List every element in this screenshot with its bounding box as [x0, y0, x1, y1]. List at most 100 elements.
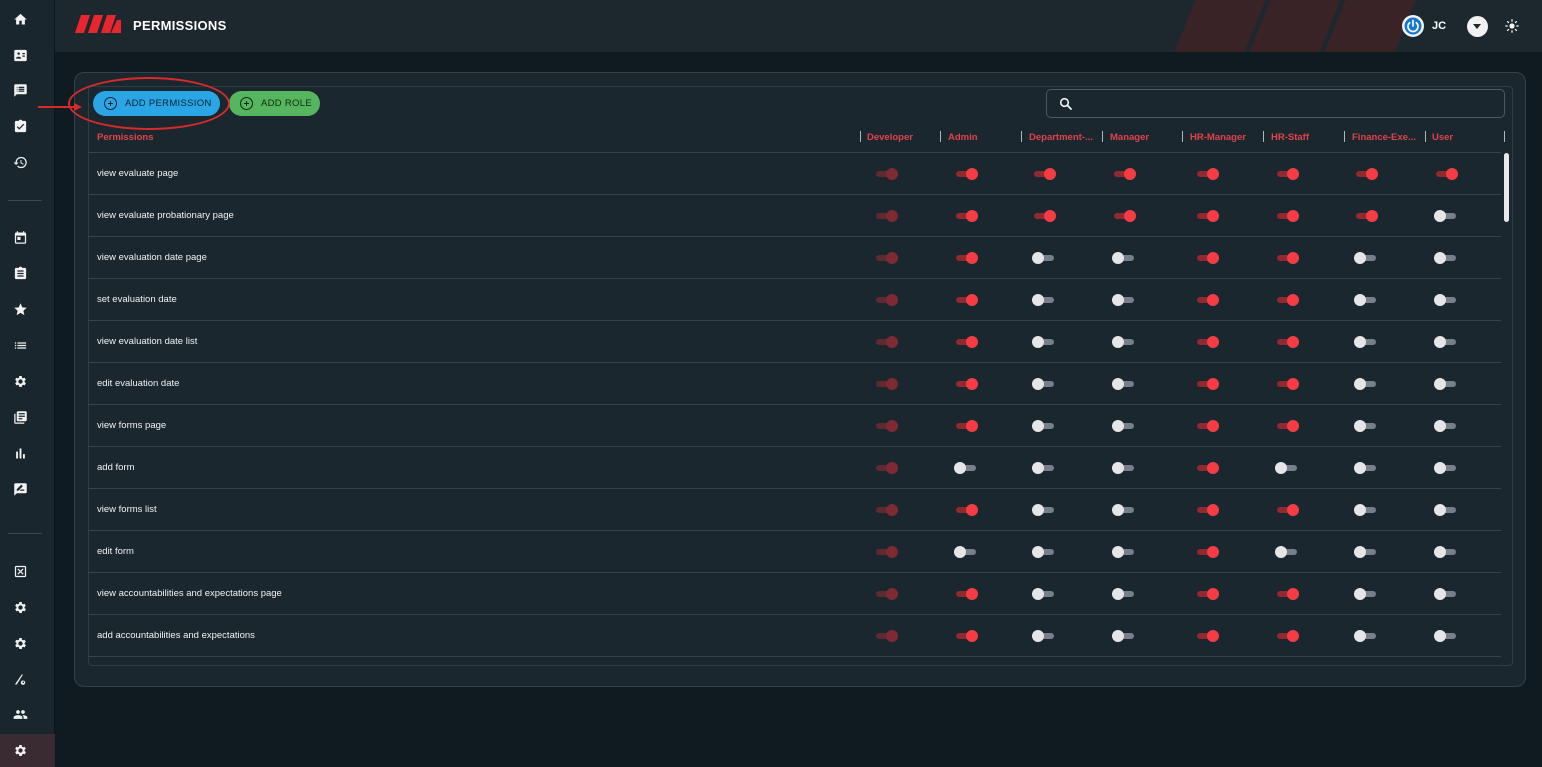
permission-toggle[interactable]	[1275, 420, 1299, 432]
column-separator[interactable]	[1021, 131, 1022, 142]
add-permission-button[interactable]: ADD PERMISSION	[93, 91, 220, 116]
permission-toggle[interactable]	[1434, 252, 1458, 264]
permission-toggle[interactable]	[954, 294, 978, 306]
permission-toggle[interactable]	[1195, 336, 1219, 348]
permission-toggle[interactable]	[1354, 378, 1378, 390]
permission-toggle[interactable]	[1275, 546, 1299, 558]
library-icon[interactable]	[12, 409, 28, 425]
permission-toggle[interactable]	[954, 546, 978, 558]
permission-toggle[interactable]	[1275, 168, 1299, 180]
column-separator[interactable]	[860, 131, 861, 142]
permission-toggle[interactable]	[1434, 210, 1458, 222]
permission-toggle[interactable]	[1354, 630, 1378, 642]
column-separator[interactable]	[1425, 131, 1426, 142]
permission-toggle[interactable]	[954, 462, 978, 474]
search-input[interactable]	[1081, 94, 1491, 114]
column-separator[interactable]	[940, 131, 941, 142]
bar-chart-icon[interactable]	[12, 445, 28, 461]
permission-toggle[interactable]	[1354, 210, 1378, 222]
road-settings-icon[interactable]	[12, 671, 28, 687]
column-header-role[interactable]: HR-Manager	[1190, 132, 1260, 143]
permission-toggle[interactable]	[954, 378, 978, 390]
permission-toggle[interactable]	[1434, 168, 1458, 180]
cancel-box-icon[interactable]	[12, 563, 28, 579]
permission-toggle[interactable]	[1112, 168, 1136, 180]
permission-toggle[interactable]	[1032, 588, 1056, 600]
permission-toggle[interactable]	[1032, 420, 1056, 432]
column-separator[interactable]	[1102, 131, 1103, 142]
permission-toggle[interactable]	[1195, 168, 1219, 180]
permission-toggle[interactable]	[1434, 504, 1458, 516]
star-icon[interactable]	[12, 301, 28, 317]
gear-icon[interactable]	[12, 599, 28, 615]
permission-toggle[interactable]	[1112, 294, 1136, 306]
permission-toggle[interactable]	[1032, 168, 1056, 180]
search-box[interactable]	[1046, 89, 1505, 118]
permission-toggle[interactable]	[1354, 420, 1378, 432]
column-header-role[interactable]: User	[1432, 132, 1502, 143]
permission-toggle[interactable]	[1195, 546, 1219, 558]
permission-toggle[interactable]	[954, 210, 978, 222]
permission-toggle[interactable]	[954, 336, 978, 348]
permission-toggle[interactable]	[1354, 546, 1378, 558]
permission-toggle[interactable]	[1112, 336, 1136, 348]
column-header-role[interactable]: HR-Staff	[1271, 132, 1341, 143]
column-separator[interactable]	[1344, 131, 1345, 142]
permission-toggle[interactable]	[1032, 294, 1056, 306]
permission-toggle[interactable]	[1275, 630, 1299, 642]
permission-toggle[interactable]	[1354, 462, 1378, 474]
permission-toggle[interactable]	[1195, 504, 1219, 516]
id-card-icon[interactable]	[12, 47, 28, 63]
permission-toggle[interactable]	[1195, 378, 1219, 390]
permission-toggle[interactable]	[1275, 462, 1299, 474]
permission-toggle[interactable]	[1354, 168, 1378, 180]
permission-toggle[interactable]	[1275, 210, 1299, 222]
permission-toggle[interactable]	[1275, 294, 1299, 306]
permission-toggle[interactable]	[1112, 546, 1136, 558]
clipboard-check-icon[interactable]	[12, 118, 28, 134]
history-icon[interactable]	[12, 154, 28, 170]
permission-toggle[interactable]	[954, 420, 978, 432]
permission-toggle[interactable]	[1434, 546, 1458, 558]
power-icon[interactable]	[1402, 15, 1424, 37]
permission-toggle[interactable]	[1032, 546, 1056, 558]
permission-toggle[interactable]	[1195, 210, 1219, 222]
permission-toggle[interactable]	[1112, 462, 1136, 474]
permission-toggle[interactable]	[1354, 504, 1378, 516]
sun-icon[interactable]	[1505, 19, 1519, 33]
column-header-role[interactable]: Manager	[1110, 132, 1180, 143]
clipboard-icon[interactable]	[12, 265, 28, 281]
permission-toggle[interactable]	[954, 252, 978, 264]
permission-toggle[interactable]	[954, 504, 978, 516]
column-separator[interactable]	[1182, 131, 1183, 142]
permission-toggle[interactable]	[1032, 462, 1056, 474]
permission-toggle[interactable]	[1434, 462, 1458, 474]
column-separator[interactable]	[1504, 131, 1505, 142]
permission-toggle[interactable]	[1032, 630, 1056, 642]
permission-toggle[interactable]	[1354, 294, 1378, 306]
permission-toggle[interactable]	[1032, 336, 1056, 348]
permission-toggle[interactable]	[1434, 420, 1458, 432]
permission-toggle[interactable]	[1434, 588, 1458, 600]
permission-toggle[interactable]	[1275, 252, 1299, 264]
home-icon[interactable]	[12, 11, 28, 27]
permission-toggle[interactable]	[954, 168, 978, 180]
column-separator[interactable]	[1263, 131, 1264, 142]
permission-toggle[interactable]	[954, 588, 978, 600]
permission-toggle[interactable]	[1434, 294, 1458, 306]
permission-toggle[interactable]	[1195, 294, 1219, 306]
permission-toggle[interactable]	[1354, 336, 1378, 348]
rate-review-icon[interactable]	[12, 481, 28, 497]
scrollbar-thumb[interactable]	[1504, 153, 1509, 222]
permission-toggle[interactable]	[1195, 588, 1219, 600]
gear-icon[interactable]	[12, 742, 28, 758]
permission-toggle[interactable]	[1112, 378, 1136, 390]
gear-icon[interactable]	[12, 635, 28, 651]
column-header-role[interactable]: Admin	[948, 132, 1018, 143]
permission-toggle[interactable]	[1112, 504, 1136, 516]
permission-toggle[interactable]	[1112, 210, 1136, 222]
permission-toggle[interactable]	[1354, 252, 1378, 264]
permission-toggle[interactable]	[1032, 504, 1056, 516]
calendar-icon[interactable]	[12, 229, 28, 245]
permission-toggle[interactable]	[1354, 588, 1378, 600]
